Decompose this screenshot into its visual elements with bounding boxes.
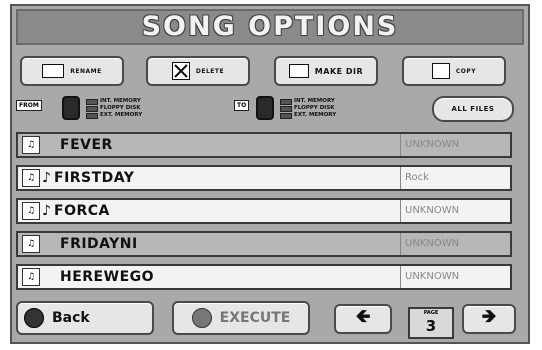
back-icon (24, 308, 44, 328)
song-style: UNKNOWN (400, 200, 459, 222)
to-tag: TO (234, 100, 250, 111)
copy-button[interactable]: COPY (402, 56, 506, 86)
song-style: UNKNOWN (400, 266, 459, 288)
song-name: HEREWEGO (60, 269, 155, 285)
to-option-floppy[interactable]: FLOPPY DISK (280, 105, 336, 112)
rename-button[interactable]: RENAME (20, 56, 124, 86)
delete-button[interactable]: DELETE (146, 56, 250, 86)
song-file-icon: ♫ (22, 268, 40, 286)
back-button[interactable]: Back (16, 301, 154, 335)
song-file-icon: ♫ (22, 235, 40, 253)
song-name: FRIDAYNI (60, 236, 138, 252)
delete-icon (171, 62, 190, 80)
song-name: FIRSTDAY (54, 170, 135, 186)
all-files-button[interactable]: ALL FILES (432, 96, 514, 122)
page-indicator: PAGE 3 (408, 307, 454, 339)
to-knob-icon[interactable] (256, 96, 274, 120)
make-dir-button[interactable]: MAKE DIR (274, 56, 378, 86)
prev-page-button[interactable]: 🡸 (334, 304, 392, 334)
from-option-ext[interactable]: EXT. MEMORY (86, 112, 142, 119)
arrow-right-icon: 🡺 (481, 306, 497, 327)
note-icon: ♪ (42, 170, 51, 186)
copy-icon (431, 63, 450, 79)
all-files-label: ALL FILES (451, 105, 495, 113)
from-option-floppy[interactable]: FLOPPY DISK (86, 105, 142, 112)
to-option-ext[interactable]: EXT. MEMORY (280, 112, 336, 119)
to-option-int[interactable]: INT. MEMORY (280, 98, 336, 105)
rename-label: RENAME (70, 67, 102, 75)
song-row[interactable]: ♫ FRIDAYNI UNKNOWN (16, 231, 512, 257)
execute-button[interactable]: EXECUTE (172, 301, 310, 335)
song-options-screen: SONG OPTIONS RENAME DELETE MAKE DIR COPY… (10, 4, 530, 344)
arrow-left-icon: 🡸 (355, 306, 371, 327)
song-row[interactable]: ♫ FEVER UNKNOWN (16, 132, 512, 158)
page-number: 3 (425, 317, 437, 335)
song-file-icon: ♫ (22, 169, 40, 187)
next-page-button[interactable]: 🡺 (462, 304, 516, 334)
from-selector[interactable]: FROM INT. MEMORY FLOPPY DISK EXT. MEMORY (16, 94, 226, 126)
note-icon: ♪ (42, 203, 51, 219)
copy-label: COPY (455, 67, 477, 75)
song-file-icon: ♫ (22, 202, 40, 220)
song-row[interactable]: ♫ ♪ FORCA UNKNOWN (16, 198, 512, 224)
make-dir-label: MAKE DIR (314, 66, 364, 76)
rename-icon (42, 64, 65, 78)
song-row[interactable]: ♫ ♪ FIRSTDAY Rock (16, 165, 512, 191)
song-name: FEVER (60, 137, 113, 153)
delete-label: DELETE (195, 67, 225, 75)
song-style: UNKNOWN (400, 134, 459, 156)
execute-label: EXECUTE (219, 310, 291, 326)
from-knob-icon[interactable] (62, 96, 80, 120)
from-options: INT. MEMORY FLOPPY DISK EXT. MEMORY (86, 98, 142, 119)
to-options: INT. MEMORY FLOPPY DISK EXT. MEMORY (280, 98, 336, 119)
song-row[interactable]: ♫ HEREWEGO UNKNOWN (16, 264, 512, 290)
title-bar: SONG OPTIONS (16, 9, 524, 45)
back-label: Back (52, 310, 90, 326)
song-file-icon: ♫ (22, 136, 40, 154)
folder-icon (288, 64, 309, 78)
page-label: PAGE (423, 310, 439, 316)
from-option-int[interactable]: INT. MEMORY (86, 98, 142, 105)
song-name: FORCA (54, 203, 110, 219)
song-style: UNKNOWN (400, 233, 459, 255)
to-selector[interactable]: TO INT. MEMORY FLOPPY DISK EXT. MEMORY (234, 94, 424, 126)
song-style: Rock (400, 167, 429, 189)
execute-icon (191, 308, 212, 328)
from-tag: FROM (16, 100, 42, 111)
page-title: SONG OPTIONS (141, 11, 399, 42)
